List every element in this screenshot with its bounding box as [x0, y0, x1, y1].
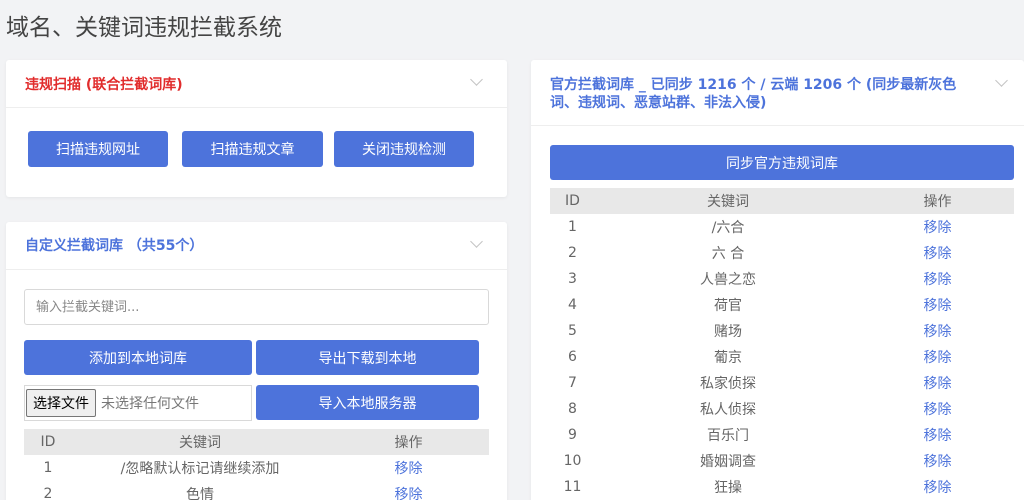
table-row: 10 婚姻调查 移除	[550, 448, 1014, 474]
page-title: 域名、关键词违规拦截系统	[6, 15, 282, 41]
official-panel-header[interactable]: 官方拦截词库 _ 已同步 1216 个 / 云端 1206 个 (同步最新灰色词…	[531, 60, 1024, 126]
cell-id: 10	[563, 453, 582, 469]
cell-keyword: /六合	[711, 220, 745, 236]
column-id: ID	[550, 188, 595, 214]
table-row: 9 百乐门 移除	[550, 422, 1014, 448]
cell-keyword: /忽略默认标记请继续添加	[120, 461, 280, 477]
cell-id: 3	[568, 271, 577, 287]
cell-keyword: 赌场	[714, 324, 742, 340]
table-header: ID 关键词 操作	[24, 429, 489, 455]
chevron-down-icon[interactable]	[995, 74, 1008, 87]
table-row: 2 六 合 移除	[550, 240, 1014, 266]
official-panel-title: 官方拦截词库 _ 已同步 1216 个 / 云端 1206 个 (同步最新灰色词…	[550, 77, 957, 111]
remove-link[interactable]: 移除	[861, 422, 1014, 448]
cell-id: 2	[568, 245, 577, 261]
remove-link[interactable]: 移除	[861, 344, 1014, 370]
custom-wordlist-panel: 自定义拦截词库 （共55个） 添加到本地词库 导出下载到本地 选择文件 未选择任…	[6, 222, 507, 500]
cell-id: 6	[568, 349, 577, 365]
cell-keyword: 婚姻调查	[700, 454, 756, 470]
remove-link[interactable]: 移除	[861, 240, 1014, 266]
file-status: 未选择任何文件	[101, 396, 199, 412]
remove-link[interactable]: 移除	[328, 481, 489, 500]
table-row: 2 色情 移除	[24, 481, 489, 500]
cell-keyword: 狂操	[714, 480, 742, 496]
table-row: 6 葡京 移除	[550, 344, 1014, 370]
table-header: ID 关键词 操作	[550, 188, 1014, 214]
table-row: 5 赌场 移除	[550, 318, 1014, 344]
scan-articles-button[interactable]: 扫描违规文章	[182, 131, 323, 167]
table-row: 7 私家侦探 移除	[550, 370, 1014, 396]
cell-id: 7	[568, 375, 577, 391]
table-row: 11 狂操 移除	[550, 474, 1014, 500]
column-keyword: 关键词	[595, 188, 861, 214]
cell-id: 11	[563, 479, 582, 495]
table-row: 4 荷官 移除	[550, 292, 1014, 318]
cell-keyword: 人兽之恋	[700, 272, 756, 288]
cell-keyword: 色情	[186, 487, 214, 500]
remove-link[interactable]: 移除	[861, 318, 1014, 344]
remove-link[interactable]: 移除	[328, 455, 489, 481]
sync-official-button[interactable]: 同步官方违规词库	[550, 145, 1014, 180]
remove-link[interactable]: 移除	[861, 214, 1014, 240]
scan-panel-header[interactable]: 违规扫描 (联合拦截词库)	[6, 60, 507, 108]
cell-id: 9	[568, 427, 577, 443]
official-keyword-table: ID 关键词 操作 1/六合 移除 2 六 合移除 3 人兽之恋 移除 4 荷官 移除 5 赌场 移除 6…	[550, 188, 1014, 500]
choose-file-button[interactable]: 选择文件	[26, 389, 96, 417]
remove-link[interactable]: 移除	[861, 396, 1014, 422]
keyword-input[interactable]	[24, 289, 489, 325]
column-keyword: 关键词	[72, 429, 328, 455]
cell-id: 2	[43, 486, 53, 500]
remove-link[interactable]: 移除	[861, 266, 1014, 292]
cell-keyword: 百乐门	[707, 428, 749, 444]
scan-panel-title: 违规扫描 (联合拦截词库)	[25, 77, 183, 93]
custom-panel-title: 自定义拦截词库 （共55个）	[25, 238, 204, 254]
table-row: 1/六合 移除	[550, 214, 1014, 240]
scan-panel: 违规扫描 (联合拦截词库) 扫描违规网址 扫描违规文章 关闭违规检测	[6, 60, 507, 197]
table-row: 8 私人侦探 移除	[550, 396, 1014, 422]
cell-id: 4	[568, 297, 577, 313]
table-row: 3 人兽之恋 移除	[550, 266, 1014, 292]
cell-id: 5	[568, 323, 577, 339]
disable-detection-button[interactable]: 关闭违规检测	[334, 131, 474, 167]
cell-keyword: 葡京	[714, 350, 742, 366]
column-action: 操作	[328, 429, 489, 455]
remove-link[interactable]: 移除	[861, 448, 1014, 474]
remove-link[interactable]: 移除	[861, 292, 1014, 318]
column-action: 操作	[861, 188, 1014, 214]
cell-id: 1	[43, 460, 53, 476]
chevron-down-icon[interactable]	[470, 235, 483, 248]
custom-keyword-table: ID 关键词 操作 1/忽略默认标记请继续添加 移除 2 色情 移除	[24, 429, 489, 500]
export-download-button[interactable]: 导出下载到本地	[256, 340, 479, 375]
remove-link[interactable]: 移除	[861, 370, 1014, 396]
add-local-button[interactable]: 添加到本地词库	[24, 340, 252, 375]
chevron-down-icon[interactable]	[470, 73, 483, 86]
custom-panel-header[interactable]: 自定义拦截词库 （共55个）	[6, 222, 507, 270]
cell-id: 8	[568, 401, 577, 417]
remove-link[interactable]: 移除	[861, 474, 1014, 500]
scan-urls-button[interactable]: 扫描违规网址	[28, 131, 168, 167]
cell-keyword: 私人侦探	[700, 402, 756, 418]
cell-keyword: 荷官	[714, 298, 742, 314]
cell-keyword: 六 合	[711, 246, 745, 262]
cell-id: 1	[568, 219, 577, 235]
import-server-button[interactable]: 导入本地服务器	[256, 385, 479, 420]
table-row: 1/忽略默认标记请继续添加 移除	[24, 455, 489, 481]
column-id: ID	[24, 429, 72, 455]
official-wordlist-panel: 官方拦截词库 _ 已同步 1216 个 / 云端 1206 个 (同步最新灰色词…	[531, 60, 1024, 500]
file-picker: 选择文件 未选择任何文件	[24, 385, 252, 421]
cell-keyword: 私家侦探	[700, 376, 756, 392]
